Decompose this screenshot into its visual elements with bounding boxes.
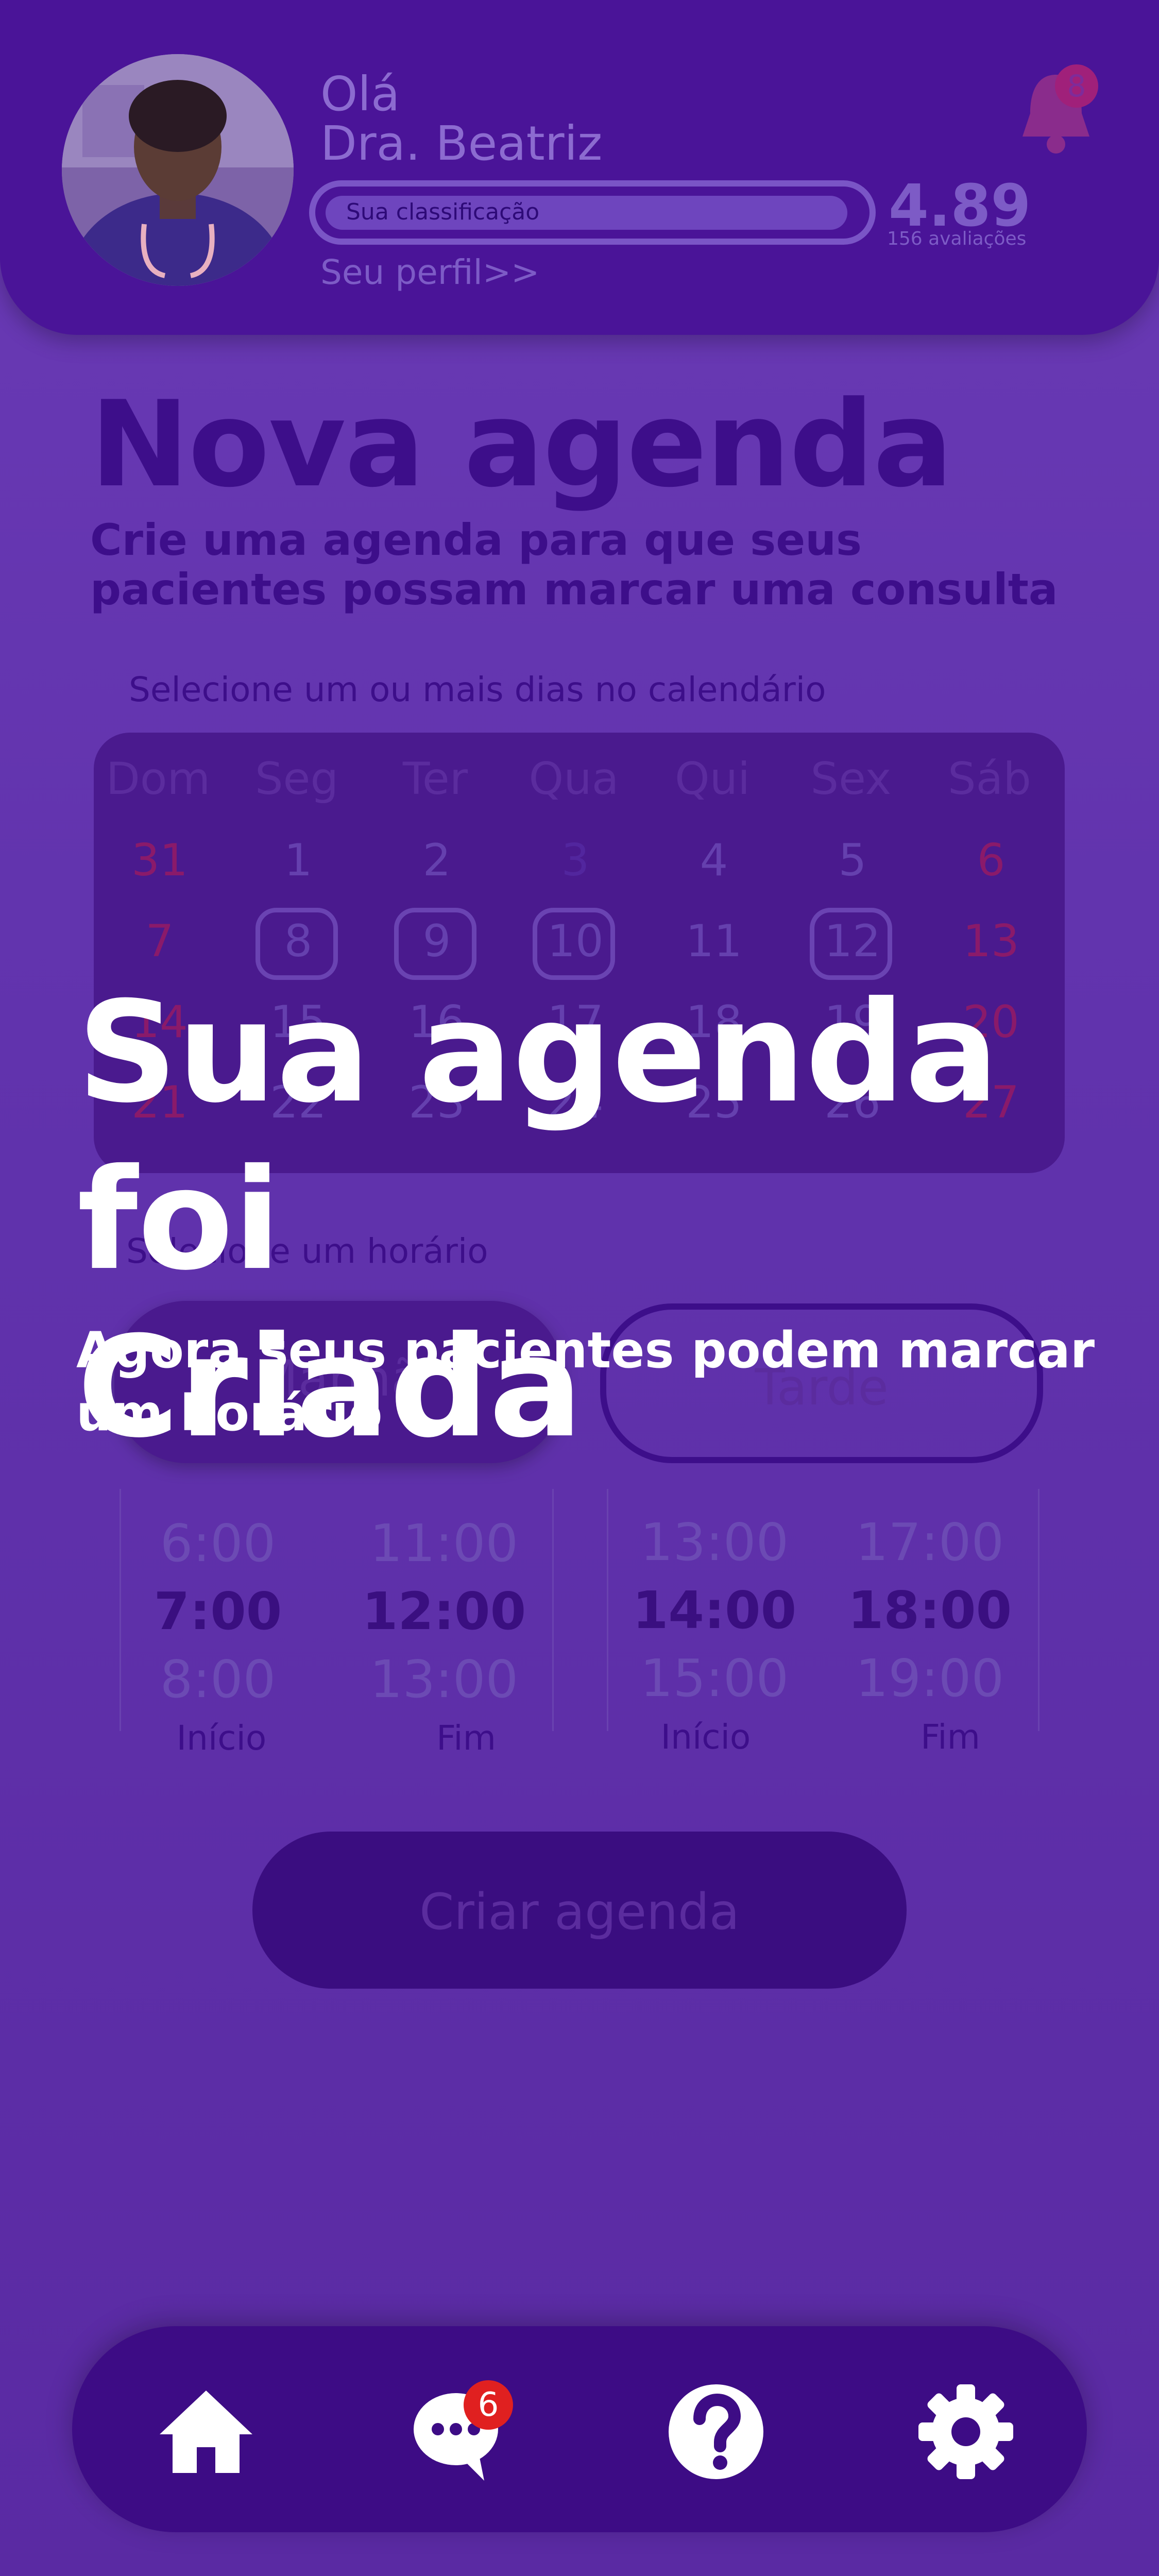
calendar-day[interactable]: 9	[385, 916, 488, 967]
end-label: Fim	[921, 1717, 980, 1757]
time-option[interactable]: 17:00	[837, 1509, 1022, 1577]
calendar-day[interactable]: 7	[108, 916, 211, 967]
morning-end-picker[interactable]: 11:00 12:00 13:00	[351, 1510, 537, 1714]
time-option-selected[interactable]: 7:00	[125, 1578, 311, 1646]
calendar-day[interactable]: 6	[940, 835, 1043, 886]
avatar[interactable]	[62, 54, 294, 286]
weekday-ter: Ter	[402, 753, 468, 805]
calendar-day[interactable]: 4	[662, 835, 765, 886]
page-subtitle: Crie uma agenda para que seus pacientes …	[90, 515, 1058, 615]
time-option[interactable]: 13:00	[351, 1646, 537, 1714]
notification-badge: 8	[1055, 64, 1098, 108]
success-subtitle: Agora seus pacientes podem marcar um hor…	[76, 1321, 1095, 1442]
time-option[interactable]: 11:00	[351, 1510, 537, 1578]
calendar-day[interactable]: 13	[940, 916, 1043, 967]
rating-bar: Sua classificação	[309, 180, 876, 245]
calendar-day[interactable]: 10	[524, 916, 627, 967]
time-option-selected[interactable]: 12:00	[351, 1578, 537, 1646]
weekday-seg: Seg	[254, 753, 339, 805]
afternoon-end-picker[interactable]: 17:00 18:00 19:00	[837, 1509, 1022, 1713]
start-label: Início	[660, 1717, 751, 1757]
start-label: Início	[176, 1718, 267, 1758]
doctor-name: Dra. Beatriz	[320, 116, 603, 171]
divider	[552, 1489, 554, 1731]
greeting: Olá Dra. Beatriz	[320, 70, 602, 168]
calendar-day[interactable]: 2	[385, 835, 488, 886]
create-schedule-button[interactable]: Criar agenda	[252, 1832, 907, 1989]
weekday-qui: Qui	[674, 753, 751, 805]
help-icon[interactable]	[659, 2375, 773, 2488]
time-option-selected[interactable]: 14:00	[622, 1577, 807, 1645]
weekday-dom: Dom	[106, 753, 211, 805]
morning-start-picker[interactable]: 6:00 7:00 8:00	[125, 1510, 311, 1714]
time-option[interactable]: 19:00	[837, 1645, 1022, 1713]
greeting-hello: Olá	[320, 66, 400, 122]
time-option[interactable]: 6:00	[125, 1510, 311, 1578]
bottom-nav	[72, 2326, 1087, 2532]
divider	[1038, 1489, 1039, 1731]
settings-icon[interactable]	[909, 2375, 1022, 2488]
calendar-day[interactable]: 31	[108, 835, 211, 886]
create-schedule-label: Criar agenda	[419, 1883, 740, 1941]
divider	[607, 1489, 608, 1731]
weekday-sex: Sex	[810, 753, 892, 805]
success-title-line1: Sua agenda foi	[77, 971, 999, 1301]
calendar-day[interactable]: 8	[247, 916, 350, 967]
time-option[interactable]: 8:00	[125, 1646, 311, 1714]
calendar-instruction: Selecione um ou mais dias no calendário	[129, 670, 826, 709]
time-option[interactable]: 13:00	[622, 1509, 807, 1577]
time-option[interactable]: 15:00	[622, 1645, 807, 1713]
rating-count: 156 avaliações	[887, 228, 1027, 249]
calendar-day[interactable]: 5	[801, 835, 904, 886]
profile-header: Olá Dra. Beatriz Sua classificação 4.89 …	[0, 0, 1159, 335]
time-option-selected[interactable]: 18:00	[837, 1577, 1022, 1645]
home-icon[interactable]	[149, 2375, 263, 2488]
calendar-day[interactable]: 12	[801, 916, 904, 967]
calendar-day[interactable]: 11	[662, 916, 765, 967]
weekday-qua: Qua	[529, 753, 619, 805]
page-title: Nova agenda	[90, 376, 953, 514]
rating-label: Sua classificação	[346, 199, 540, 225]
profile-link[interactable]: Seu perfil>>	[320, 252, 539, 292]
calendar-day[interactable]: 3	[524, 835, 627, 886]
weekday-sab: Sáb	[948, 753, 1031, 805]
afternoon-start-picker[interactable]: 13:00 14:00 15:00	[622, 1509, 807, 1713]
divider	[120, 1489, 121, 1731]
page: Olá Dra. Beatriz Sua classificação 4.89 …	[0, 0, 1159, 2576]
end-label: Fim	[436, 1718, 496, 1758]
messages-badge: 6	[464, 2380, 513, 2430]
calendar-day[interactable]: 1	[247, 835, 350, 886]
